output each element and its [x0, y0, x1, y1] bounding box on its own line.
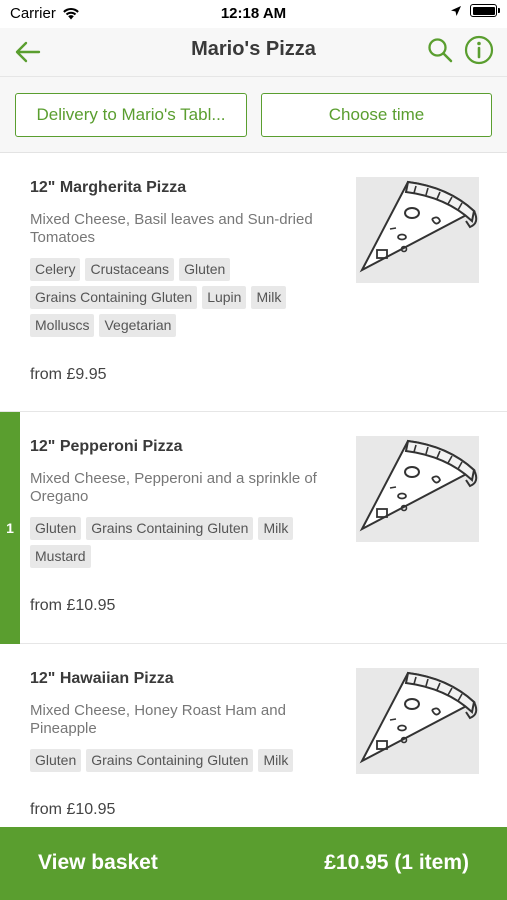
item-description: Mixed Cheese, Basil leaves and Sun-dried…	[30, 211, 313, 246]
item-name: 12" Hawaiian Pizza	[30, 670, 174, 687]
item-thumbnail	[356, 436, 479, 542]
basket-label: View basket	[38, 851, 158, 874]
allergen-tag: Grains Containing Gluten	[30, 286, 198, 309]
item-description: Mixed Cheese, Pepperoni and a sprinkle o…	[30, 470, 317, 505]
allergen-tag: Gluten	[30, 749, 82, 772]
allergen-tag: Crustaceans	[85, 258, 175, 281]
basket-total: £10.95 (1 item)	[324, 851, 469, 874]
item-price: from £10.95	[30, 801, 116, 818]
item-description: Mixed Cheese, Honey Roast Ham and Pineap…	[30, 702, 286, 737]
allergen-tag: Milk	[251, 286, 287, 309]
pizza-slice-icon	[359, 439, 478, 532]
allergen-tag: Milk	[258, 749, 294, 772]
item-thumbnail	[356, 668, 479, 774]
item-name: 12" Pepperoni Pizza	[30, 438, 183, 455]
allergen-tag: Milk	[258, 517, 294, 540]
allergen-tags: Gluten Grains Containing Gluten Milk	[30, 749, 340, 777]
status-bar: Carrier 12:18 AM	[0, 0, 507, 28]
allergen-tag: Gluten	[30, 517, 82, 540]
allergen-tag: Celery	[30, 258, 81, 281]
search-icon	[428, 38, 453, 63]
item-price: from £10.95	[30, 597, 116, 614]
allergen-tags: Gluten Grains Containing Gluten Milk Mus…	[30, 517, 340, 573]
order-options-bar: Delivery to Mario's Tabl... Choose time	[0, 76, 507, 153]
menu-list: 12" Margherita Pizza Mixed Cheese, Basil…	[0, 153, 507, 874]
allergen-tag: Vegetarian	[99, 314, 177, 337]
allergen-tag: Grains Containing Gluten	[86, 749, 254, 772]
pizza-slice-icon	[359, 671, 478, 764]
item-price: from £9.95	[30, 366, 107, 383]
status-right	[450, 4, 500, 17]
pizza-slice-icon	[359, 180, 478, 273]
allergen-tag: Grains Containing Gluten	[86, 517, 254, 540]
item-name: 12" Margherita Pizza	[30, 179, 187, 196]
menu-item[interactable]: 1 12" Pepperoni Pizza Mixed Cheese, Pepp…	[0, 412, 507, 644]
delivery-option-button[interactable]: Delivery to Mario's Tabl...	[15, 93, 247, 137]
allergen-tag: Molluscs	[30, 314, 95, 337]
info-icon	[464, 35, 494, 65]
allergen-tag: Mustard	[30, 545, 91, 568]
allergen-tag: Gluten	[179, 258, 231, 281]
menu-item[interactable]: 12" Margherita Pizza Mixed Cheese, Basil…	[0, 153, 507, 412]
nav-header: Mario's Pizza	[0, 28, 507, 76]
view-basket-button[interactable]: View basket £10.95 (1 item)	[0, 827, 507, 900]
allergen-tags: Celery Crustaceans Gluten Grains Contain…	[30, 258, 340, 342]
allergen-tag: Lupin	[202, 286, 247, 309]
search-button[interactable]	[425, 35, 455, 65]
battery-icon	[470, 4, 500, 17]
location-arrow-icon	[451, 5, 461, 16]
info-button[interactable]	[463, 34, 495, 66]
status-time: 12:18 AM	[220, 5, 287, 22]
item-thumbnail	[356, 177, 479, 283]
choose-time-button[interactable]: Choose time	[261, 93, 492, 137]
